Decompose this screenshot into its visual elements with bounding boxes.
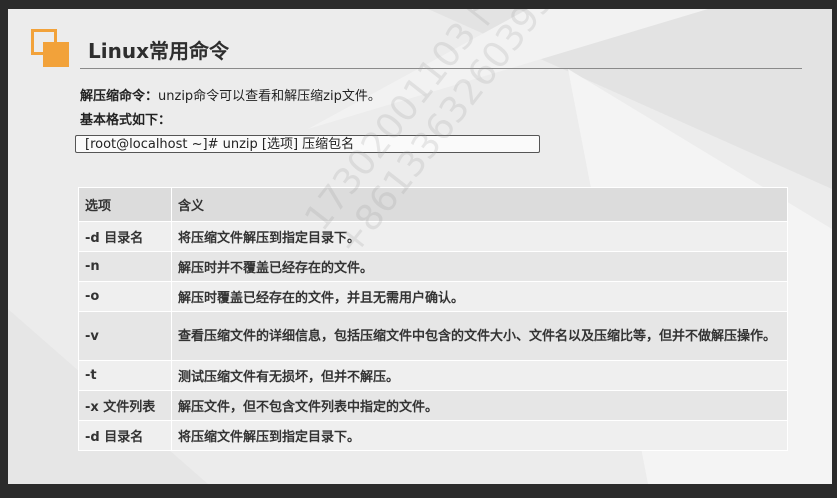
command-box: [root@localhost ~]# unzip [选项] 压缩包名 [75,135,540,153]
meaning-cell: 解压时覆盖已经存在的文件，并且无需用户确认。 [171,281,788,312]
option-cell: -x 文件列表 [78,390,172,421]
header-option: 选项 [78,187,172,222]
table-row: -n 解压时并不覆盖已经存在的文件。 [78,251,788,282]
header-meaning: 含义 [171,187,788,222]
table-row: -o 解压时覆盖已经存在的文件，并且无需用户确认。 [78,281,788,312]
logo-filled-square [43,42,69,67]
table-row: -t 测试压缩文件有无损坏，但并不解压。 [78,360,788,391]
table-row: -v 查看压缩文件的详细信息，包括压缩文件中包含的文件大小、文件名以及压缩比等，… [78,311,788,361]
option-cell: -t [78,360,172,391]
table-row: -d 目录名 将压缩文件解压到指定目录下。 [78,221,788,252]
description-text: unzip命令可以查看和解压缩zip文件。 [158,89,381,104]
format-label: 基本格式如下： [80,113,172,128]
option-cell: -d 目录名 [78,420,172,451]
meaning-cell: 将压缩文件解压到指定目录下。 [171,420,788,451]
option-cell: -d 目录名 [78,221,172,252]
table-header-row: 选项 含义 [78,187,788,222]
meaning-cell: 将压缩文件解压到指定目录下。 [171,221,788,252]
option-cell: -n [78,251,172,282]
slide: Linux常用命令 解压缩命令：unzip命令可以查看和解压缩zip文件。 基本… [8,9,832,484]
meaning-cell: 测试压缩文件有无损坏，但并不解压。 [171,360,788,391]
options-table: 选项 含义 -d 目录名 将压缩文件解压到指定目录下。 -n 解压时并不覆盖已经… [78,187,788,451]
meaning-cell: 查看压缩文件的详细信息，包括压缩文件中包含的文件大小、文件名以及压缩比等，但并不… [171,311,788,361]
description: 解压缩命令：unzip命令可以查看和解压缩zip文件。 [80,85,381,104]
option-cell: -o [78,281,172,312]
meaning-cell: 解压文件，但不包含文件列表中指定的文件。 [171,390,788,421]
slide-title: Linux常用命令 [88,39,229,63]
meaning-cell: 解压时并不覆盖已经存在的文件。 [171,251,788,282]
table-row: -d 目录名 将压缩文件解压到指定目录下。 [78,420,788,451]
logo-mark [31,29,71,69]
option-cell: -v [78,311,172,361]
table-row: -x 文件列表 解压文件，但不包含文件列表中指定的文件。 [78,390,788,421]
title-divider [80,68,802,69]
description-label: 解压缩命令： [80,89,159,104]
